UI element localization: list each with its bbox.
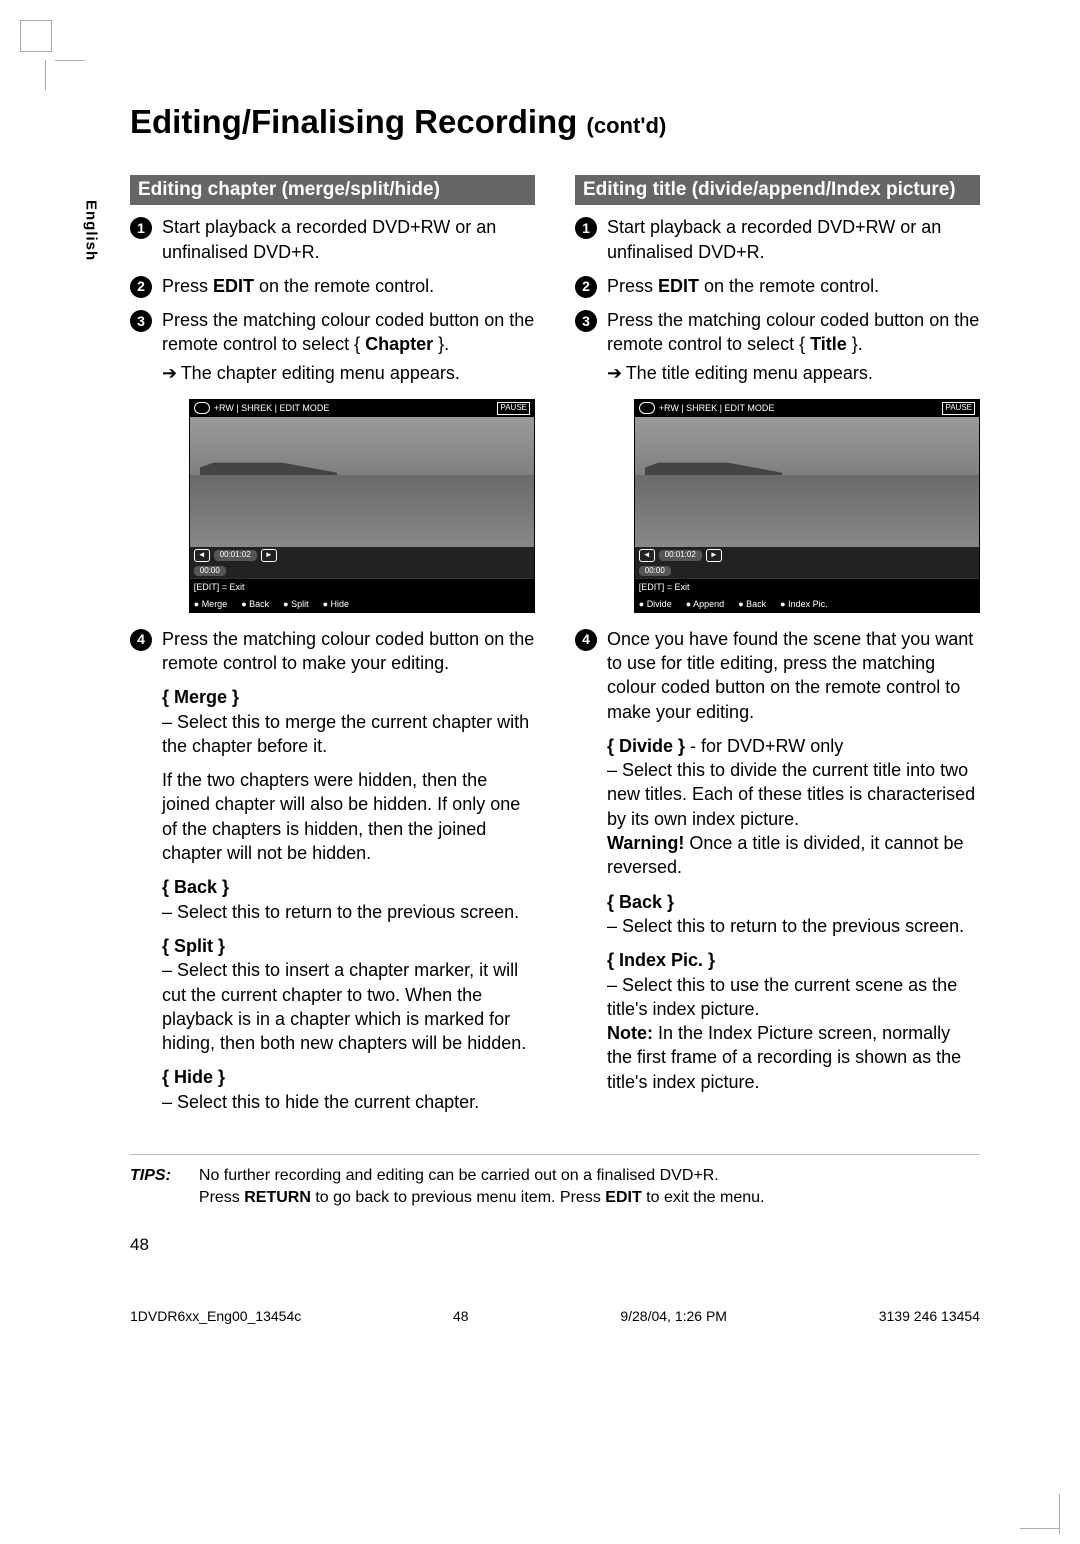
pause-badge: PAUSE [942, 402, 975, 415]
disc-icon [639, 402, 655, 414]
step-1-bullet: 1 [575, 217, 597, 239]
tips-label: TIPS: [130, 1165, 171, 1208]
title-menu-screenshot: +RW | SHREK | EDIT MODE PAUSE ◄ 00:01:02… [634, 399, 980, 613]
step-4-bullet: 4 [575, 629, 597, 651]
menu-opt: Hide [323, 598, 349, 610]
step-3-text: Press the matching colour coded button o… [162, 308, 535, 385]
footer-filename: 1DVDR6xx_Eng00_13454c [130, 1307, 301, 1326]
opt-merge-note: If the two chapters were hidden, then th… [162, 768, 535, 865]
tips-line1: No further recording and editing can be … [199, 1165, 765, 1187]
pause-badge: PAUSE [497, 402, 530, 415]
opt-divide-label: { Divide } [607, 736, 685, 756]
step-1-text: Start playback a recorded DVD+RW or an u… [162, 215, 535, 264]
page-number: 48 [130, 1234, 980, 1257]
step-4-bullet: 4 [130, 629, 152, 651]
step-1-text: Start playback a recorded DVD+RW or an u… [607, 215, 980, 264]
opt-merge-label: { Merge } [162, 687, 239, 707]
opt-hide-desc: – Select this to hide the current chapte… [162, 1092, 479, 1112]
step-4-text: Once you have found the scene that you w… [607, 627, 980, 724]
step-4-text: Press the matching colour coded button o… [162, 627, 535, 676]
menu-opt: Index Pic. [780, 598, 827, 610]
opt-hide-label: { Hide } [162, 1067, 225, 1087]
arrow-icon: ➔ [607, 361, 621, 385]
menu-opt: Append [686, 598, 724, 610]
disc-icon [194, 402, 210, 414]
menu-opt: Split [283, 598, 308, 610]
footer-datetime: 9/28/04, 1:26 PM [620, 1307, 727, 1326]
menu-opt: Divide [639, 598, 672, 610]
step-3-text: Press the matching colour coded button o… [607, 308, 980, 385]
opt-split-label: { Split } [162, 936, 225, 956]
step-2-text: Press EDIT on the remote control. [162, 274, 535, 298]
rew-icon: ◄ [639, 549, 655, 562]
opt-back-desc: – Select this to return to the previous … [162, 902, 519, 922]
opt-indexpic-desc: – Select this to use the current scene a… [607, 975, 957, 1019]
registration-marks-br [1000, 1484, 1060, 1534]
step-2-text: Press EDIT on the remote control. [607, 274, 980, 298]
language-tab: English [80, 200, 100, 261]
menu-opt: Back [241, 598, 269, 610]
step-2-bullet: 2 [575, 276, 597, 298]
opt-merge-desc: – Select this to merge the current chapt… [162, 712, 529, 756]
opt-back-desc: – Select this to return to the previous … [607, 916, 964, 936]
page-title-suffix: (cont'd) [587, 113, 667, 138]
step-3-bullet: 3 [130, 310, 152, 332]
menu-opt: Back [738, 598, 766, 610]
chapter-menu-screenshot: +RW | SHREK | EDIT MODE PAUSE ◄ 00:01:02… [189, 399, 535, 613]
opt-divide-desc: – Select this to divide the current titl… [607, 760, 975, 829]
col-chapter-edit: Editing chapter (merge/split/hide) 1 Sta… [130, 175, 535, 1124]
opt-back-label: { Back } [607, 892, 674, 912]
arrow-icon: ➔ [162, 361, 176, 385]
step-1-bullet: 1 [130, 217, 152, 239]
heading-chapter-edit: Editing chapter (merge/split/hide) [130, 175, 535, 206]
step-2-bullet: 2 [130, 276, 152, 298]
tips-block: TIPS: No further recording and editing c… [130, 1165, 980, 1208]
footer-pagenum: 48 [453, 1307, 469, 1326]
opt-back-label: { Back } [162, 877, 229, 897]
opt-divide-suffix: - for DVD+RW only [685, 736, 843, 756]
divider [130, 1154, 980, 1155]
opt-indexpic-label: { Index Pic. } [607, 950, 715, 970]
step-3-bullet: 3 [575, 310, 597, 332]
menu-opt: Merge [194, 598, 227, 610]
rew-icon: ◄ [194, 549, 210, 562]
footer-docnum: 3139 246 13454 [879, 1307, 980, 1326]
footer: 1DVDR6xx_Eng00_13454c 48 9/28/04, 1:26 P… [130, 1307, 980, 1326]
page-title-main: Editing/Finalising Recording [130, 103, 577, 140]
col-title-edit: Editing title (divide/append/Index pictu… [575, 175, 980, 1124]
opt-split-desc: – Select this to insert a chapter marker… [162, 960, 526, 1053]
fwd-icon: ► [261, 549, 277, 562]
heading-title-edit: Editing title (divide/append/Index pictu… [575, 175, 980, 206]
fwd-icon: ► [706, 549, 722, 562]
tips-line2: Press RETURN to go back to previous menu… [199, 1187, 765, 1209]
page-title: Editing/Finalising Recording (cont'd) [130, 100, 980, 145]
